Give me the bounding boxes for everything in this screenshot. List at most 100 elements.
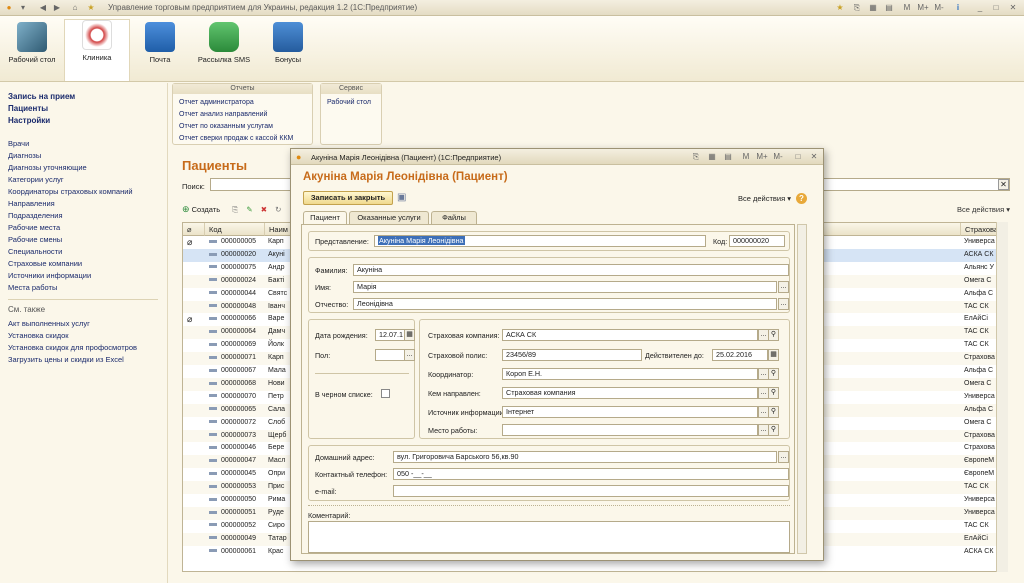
see-also-link[interactable]: Акт выполненных услуг — [8, 319, 90, 328]
calculator-icon[interactable]: ▤ — [723, 152, 733, 162]
nav-link[interactable]: Врачи — [8, 139, 29, 148]
nav-link[interactable]: Страховые компании — [8, 259, 82, 268]
nav-link[interactable]: Места работы — [8, 283, 57, 292]
name-field[interactable]: Марія — [353, 281, 777, 293]
dialog-scrollbar[interactable] — [797, 224, 807, 554]
favorites-icon[interactable]: ★ — [86, 3, 96, 13]
all-actions-menu[interactable]: Все действия ▾ — [957, 205, 1010, 214]
edit-icon[interactable]: ✎ — [246, 205, 252, 214]
menu-icon[interactable]: ▾ — [18, 3, 28, 13]
maximize-icon[interactable]: □ — [991, 3, 1001, 13]
workplace-field[interactable] — [502, 424, 758, 436]
nav-link[interactable]: Рабочие места — [8, 223, 60, 232]
calculator-icon[interactable]: ▤ — [884, 3, 894, 13]
maximize-icon[interactable]: □ — [793, 152, 803, 162]
gender-field[interactable] — [375, 349, 405, 361]
tool-desktop[interactable]: Рабочий стол — [4, 22, 60, 64]
forward-icon[interactable]: ▶ — [52, 3, 62, 13]
dialog-all-actions-menu[interactable]: Все действия ▾ — [738, 194, 791, 203]
link-icon[interactable]: ⎘ — [691, 152, 701, 162]
search-icon[interactable]: ⚲ — [768, 387, 779, 399]
referrer-field[interactable]: Страховая компания — [502, 387, 758, 399]
help-icon[interactable]: ? — [796, 193, 807, 204]
search-icon[interactable]: ⚲ — [768, 329, 779, 341]
birth-date-field[interactable]: 12.07.1 — [375, 329, 405, 341]
nav-settings[interactable]: Настройки — [8, 116, 50, 125]
nav-link[interactable]: Специальности — [8, 247, 62, 256]
tool-clinic[interactable]: Клиника — [64, 19, 130, 81]
search-icon[interactable]: ⚲ — [768, 406, 779, 418]
memory-minus-icon[interactable]: M- — [932, 3, 946, 13]
tool-mail[interactable]: Почта — [132, 22, 188, 64]
source-field[interactable]: Інтернет — [502, 406, 758, 418]
nav-link[interactable]: Направления — [8, 199, 55, 208]
tab-patient[interactable]: Пациент — [303, 211, 347, 225]
email-field[interactable] — [393, 485, 789, 497]
memory-plus-icon[interactable]: M+ — [755, 152, 769, 162]
see-also-link[interactable]: Установка скидок для профосмотров — [8, 343, 137, 352]
nav-appointment[interactable]: Запись на прием — [8, 92, 75, 101]
search-icon[interactable]: ⚲ — [768, 424, 779, 436]
ins-company-field[interactable]: АСКА СК — [502, 329, 758, 341]
blacklist-checkbox[interactable] — [381, 389, 390, 398]
nav-link[interactable]: Источники информации — [8, 271, 91, 280]
nav-patients[interactable]: Пациенты — [8, 104, 48, 113]
close-icon[interactable]: ✕ — [1008, 3, 1018, 13]
list-scrollbar[interactable] — [996, 222, 1008, 572]
patronymic-field[interactable]: Леонідівна — [353, 298, 777, 310]
comment-field[interactable] — [308, 521, 790, 553]
clear-search-icon[interactable]: ✕ — [998, 179, 1009, 190]
nav-link[interactable]: Категории услуг — [8, 175, 64, 184]
calendar-icon[interactable]: ▦ — [707, 152, 717, 162]
search-icon[interactable]: ⚲ — [768, 368, 779, 380]
valid-until-field[interactable]: 25.02.2016 — [712, 349, 768, 361]
service-link[interactable]: Рабочий стол — [327, 99, 371, 106]
back-icon[interactable]: ◀ — [38, 3, 48, 13]
nav-link[interactable]: Диагнозы уточняющие — [8, 163, 87, 172]
nav-link[interactable]: Рабочие смены — [8, 235, 62, 244]
nav-link[interactable]: Координаторы страховых компаний — [8, 187, 133, 196]
delete-icon[interactable]: ✖ — [261, 205, 267, 214]
report-link[interactable]: Отчет сверки продаж с кассой ККМ — [179, 135, 293, 142]
save-and-close-button[interactable]: Записать и закрыть — [303, 191, 393, 205]
policy-field[interactable]: 23456/89 — [502, 349, 642, 361]
nav-link[interactable]: Диагнозы — [8, 151, 41, 160]
tab-services[interactable]: Оказанные услуги — [349, 211, 429, 224]
memory-minus-icon[interactable]: M- — [771, 152, 785, 162]
link-icon[interactable]: ⎘ — [852, 3, 862, 13]
report-link[interactable]: Отчет по оказанным услугам — [179, 123, 273, 130]
phone-field[interactable]: 050 -__-__ — [393, 468, 789, 480]
memory-m-icon[interactable]: M — [741, 152, 751, 162]
tab-files[interactable]: Файлы — [431, 211, 477, 224]
patronymic-select-button[interactable]: ... — [778, 298, 789, 310]
info-icon[interactable]: i — [953, 3, 963, 13]
see-also-link[interactable]: Загрузить цены и скидки из Excel — [8, 355, 124, 364]
report-link[interactable]: Отчет администратора — [179, 99, 254, 106]
tool-sms[interactable]: Рассылка SMS — [196, 22, 252, 64]
name-select-button[interactable]: ... — [778, 281, 789, 293]
gender-select-button[interactable]: ... — [404, 349, 415, 361]
calendar-icon[interactable]: ▦ — [868, 3, 878, 13]
minimize-icon[interactable]: _ — [975, 3, 985, 13]
save-icon[interactable]: ▣ — [397, 192, 406, 203]
nav-link[interactable]: Подразделения — [8, 211, 63, 220]
memory-m-icon[interactable]: M — [902, 3, 912, 13]
create-button[interactable]: Создать — [192, 205, 221, 214]
coordinator-field[interactable]: Короп Е.Н. — [502, 368, 758, 380]
representation-field[interactable]: Акуніна Марія Леонідівна — [374, 235, 706, 247]
star-icon[interactable]: ★ — [835, 3, 845, 13]
tool-bonuses[interactable]: Бонусы — [260, 22, 316, 64]
code-column-header[interactable]: Код — [205, 223, 265, 236]
code-field[interactable]: 000000020 — [729, 235, 785, 247]
see-also-link[interactable]: Установка скидок — [8, 331, 69, 340]
address-field[interactable]: вул. Григоровича Барського 56,кв.90 — [393, 451, 777, 463]
report-link[interactable]: Отчет анализ направлений — [179, 111, 267, 118]
calendar-icon[interactable]: ▦ — [768, 349, 779, 361]
address-select-button[interactable]: ... — [778, 451, 789, 463]
calendar-icon[interactable]: ▦ — [404, 329, 415, 341]
close-icon[interactable]: ✕ — [809, 152, 819, 162]
copy-icon[interactable]: ⎘ — [232, 205, 238, 214]
refresh-icon[interactable]: ↻ — [275, 205, 281, 214]
attachment-column-header[interactable]: ⌀ — [183, 223, 205, 236]
surname-field[interactable]: Акуніна — [353, 264, 789, 276]
